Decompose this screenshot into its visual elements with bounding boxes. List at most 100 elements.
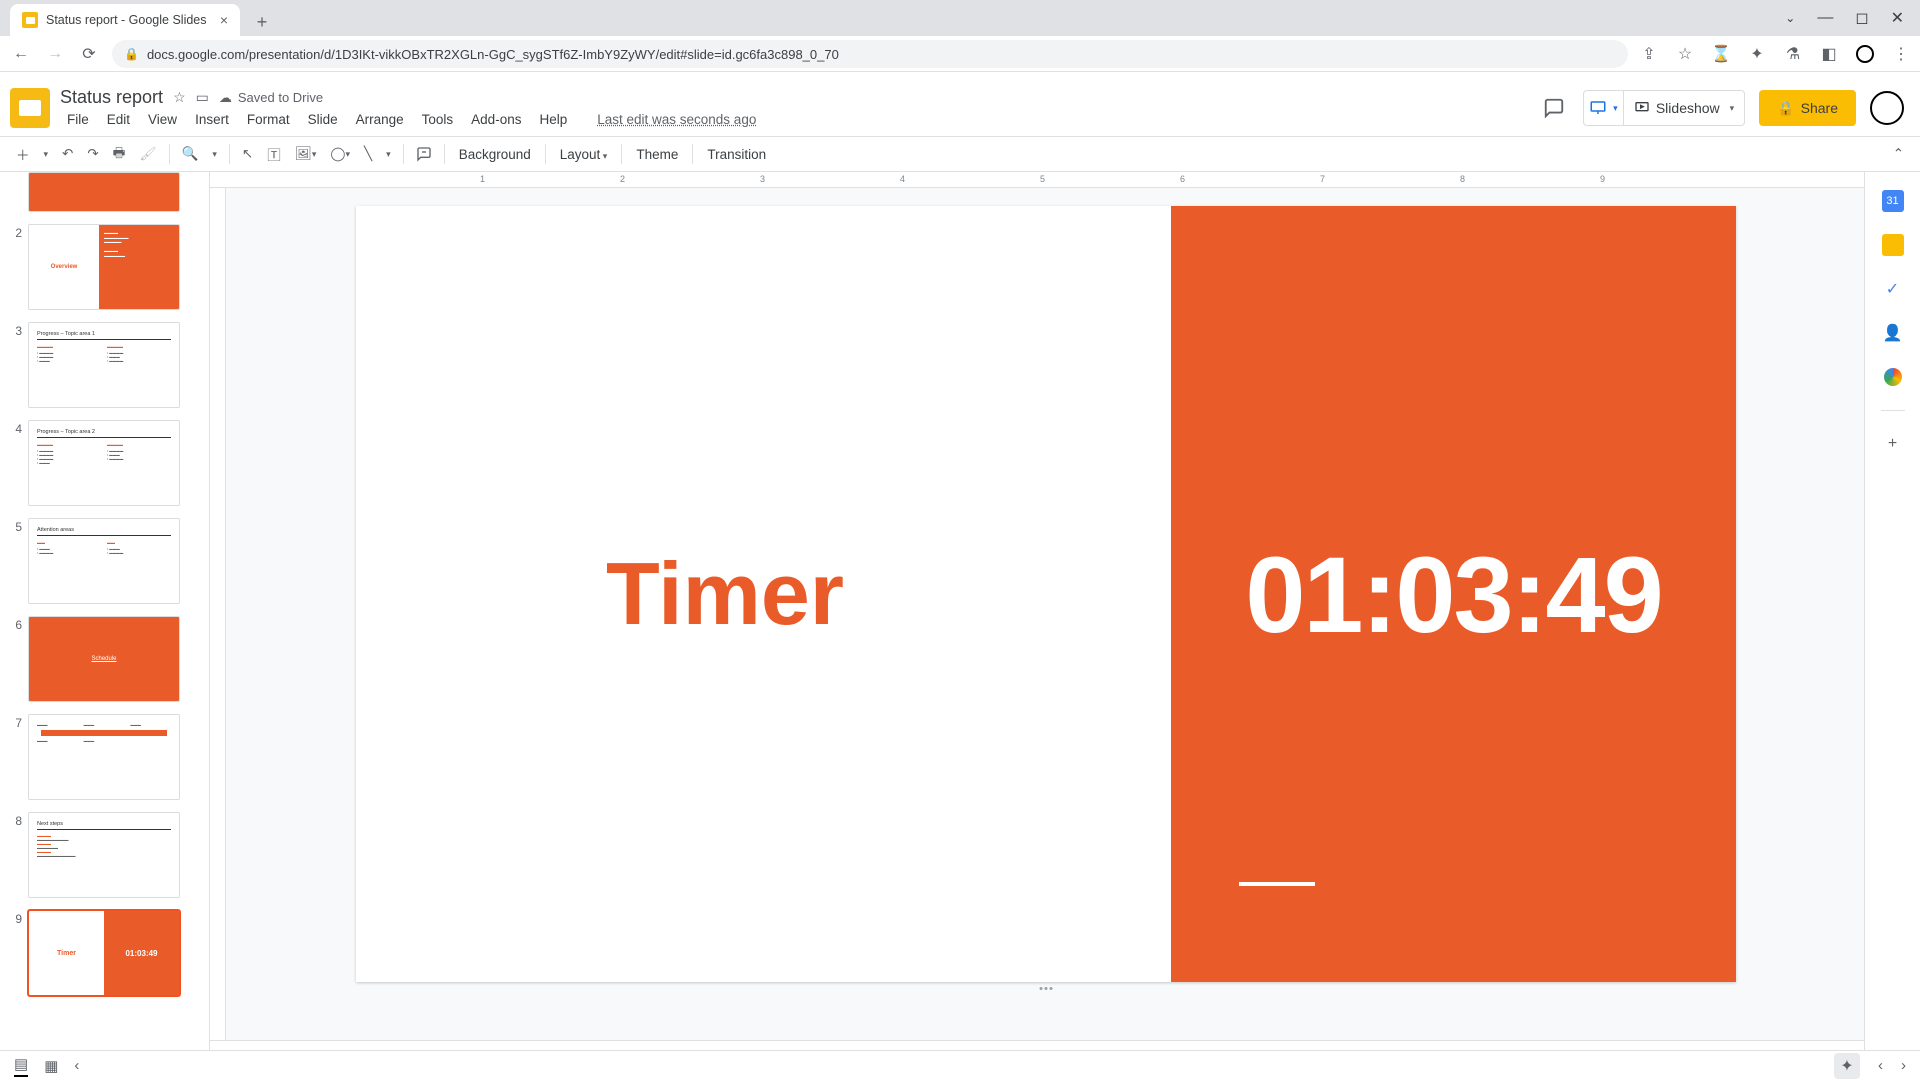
- ext-hourglass-icon[interactable]: ⌛: [1712, 44, 1730, 64]
- slide-title[interactable]: Timer: [606, 543, 844, 645]
- slide-thumbnail-4[interactable]: Progress – Topic area 2 ▬▬▬▬• ▬▬▬▬• ▬▬▬▬…: [28, 420, 180, 506]
- bookmark-star-icon[interactable]: ☆: [1676, 44, 1694, 64]
- lock-icon: 🔒: [124, 47, 139, 61]
- collapse-toolbar-icon[interactable]: ⌃: [1893, 146, 1910, 162]
- thumbnail-rail[interactable]: 2 Overview ▬▬▬▬▬▬▬▬▬▬▬▬▬▬▬▬▬▬▬▬▬▬▬▬▬▬ 3 …: [0, 172, 210, 1080]
- bottom-bar: ▤ ▦ ‹ ✦ ‹ ›: [0, 1050, 1920, 1080]
- forward-button[interactable]: →: [44, 43, 66, 65]
- tasks-icon[interactable]: ✓: [1882, 278, 1904, 300]
- slides-favicon-icon: [22, 12, 38, 28]
- transition-button[interactable]: Transition: [699, 143, 774, 166]
- paint-format-button[interactable]: 🖌: [133, 142, 162, 166]
- menu-slide[interactable]: Slide: [301, 110, 345, 129]
- vertical-ruler: [210, 188, 226, 1040]
- tab-close-icon[interactable]: ×: [220, 12, 228, 28]
- star-icon[interactable]: ☆: [173, 89, 186, 106]
- menu-bar: File Edit View Insert Format Slide Arran…: [60, 110, 763, 129]
- comments-button[interactable]: [1539, 90, 1569, 126]
- back-button[interactable]: ←: [10, 43, 32, 65]
- theme-button[interactable]: Theme: [628, 143, 686, 166]
- toolbar: ＋ ▾ ↶ ↷ 🖶 🖌 🔍 ▾ ↖ 🅃 🖼 ◯ ╲ ▾ Background L…: [0, 136, 1920, 172]
- menu-format[interactable]: Format: [240, 110, 297, 129]
- chrome-menu-icon[interactable]: ⋮: [1892, 44, 1910, 64]
- share-page-icon[interactable]: ⇪: [1640, 44, 1658, 64]
- comment-tool[interactable]: [410, 142, 438, 166]
- menu-view[interactable]: View: [141, 110, 184, 129]
- explore-button[interactable]: ✦: [1834, 1053, 1860, 1079]
- side-panel: 31 ✓ 👤 +: [1864, 172, 1920, 1080]
- image-tool[interactable]: 🖼: [289, 142, 323, 166]
- redo-button[interactable]: ↷: [81, 142, 104, 166]
- slide-thumbnail-5[interactable]: Attention areas ▬▬• ▬▬▬• ▬▬▬▬▬▬• ▬▬▬• ▬▬…: [28, 518, 180, 604]
- collapse-filmstrip-icon[interactable]: ‹: [74, 1057, 79, 1074]
- present-dropdown-button[interactable]: ▾: [1583, 90, 1623, 126]
- slide-timer-value[interactable]: 01:03:49: [1245, 532, 1661, 657]
- slideshow-button[interactable]: Slideshow ▾: [1623, 90, 1745, 126]
- thumb-number: 3: [8, 322, 22, 338]
- line-dropdown[interactable]: ▾: [380, 145, 397, 164]
- menu-insert[interactable]: Insert: [188, 110, 236, 129]
- new-tab-button[interactable]: +: [248, 8, 276, 36]
- slide-thumbnail-6[interactable]: Schedule: [28, 616, 180, 702]
- last-edit-link[interactable]: Last edit was seconds ago: [590, 110, 763, 129]
- browser-tab[interactable]: Status report - Google Slides ×: [10, 4, 240, 36]
- contacts-icon[interactable]: 👤: [1882, 322, 1904, 344]
- menu-arrange[interactable]: Arrange: [349, 110, 411, 129]
- present-group: ▾ Slideshow ▾: [1583, 90, 1745, 126]
- side-panel-icon[interactable]: ◧: [1820, 44, 1838, 64]
- line-tool[interactable]: ╲: [358, 142, 378, 166]
- textbox-tool[interactable]: 🅃: [261, 140, 287, 168]
- slide[interactable]: Timer 01:03:49: [356, 206, 1736, 982]
- slides-logo-icon[interactable]: [10, 88, 50, 128]
- add-addon-icon[interactable]: +: [1882, 433, 1904, 455]
- print-button[interactable]: 🖶: [107, 139, 132, 170]
- undo-button[interactable]: ↶: [56, 142, 79, 166]
- chevron-down-icon[interactable]: ⌄: [1785, 11, 1795, 25]
- move-folder-icon[interactable]: ▭: [196, 89, 209, 106]
- slide-thumbnail-7[interactable]: ▬▬▬▬▬▬▬▬▬ ▬▬▬▬▬▬: [28, 714, 180, 800]
- account-avatar[interactable]: [1870, 91, 1904, 125]
- reload-button[interactable]: ⟳: [78, 43, 100, 65]
- profile-avatar-icon[interactable]: [1856, 45, 1874, 63]
- slide-thumbnail-8[interactable]: Next steps ▬▬▬▬▬▬▬▬▬▬▬▬▬▬▬▬▬▬▬▬▬▬▬▬▬▬▬▬▬…: [28, 812, 180, 898]
- save-status[interactable]: ☁ Saved to Drive: [219, 90, 323, 106]
- menu-tools[interactable]: Tools: [415, 110, 461, 129]
- zoom-button[interactable]: 🔍: [176, 142, 205, 166]
- maps-icon[interactable]: [1882, 366, 1904, 388]
- share-button[interactable]: 🔒 Share: [1759, 90, 1856, 126]
- menu-help[interactable]: Help: [532, 110, 574, 129]
- menu-edit[interactable]: Edit: [100, 110, 137, 129]
- calendar-icon[interactable]: 31: [1882, 190, 1904, 212]
- prev-icon[interactable]: ‹: [1878, 1057, 1883, 1074]
- slide-thumbnail-9[interactable]: Timer 01:03:49: [28, 910, 180, 996]
- close-window-icon[interactable]: ✕: [1891, 8, 1904, 28]
- slide-thumbnail-1[interactable]: [28, 172, 180, 212]
- extensions-puzzle-icon[interactable]: ✦: [1748, 44, 1766, 64]
- layout-button[interactable]: Layout: [552, 143, 616, 166]
- zoom-dropdown[interactable]: ▾: [206, 145, 223, 164]
- menu-file[interactable]: File: [60, 110, 96, 129]
- slide-canvas[interactable]: Timer 01:03:49: [226, 188, 1864, 1040]
- ext-flask-icon[interactable]: ⚗: [1784, 44, 1802, 64]
- menu-addons[interactable]: Add-ons: [464, 110, 528, 129]
- notes-resize-handle[interactable]: [1040, 987, 1053, 990]
- minimize-icon[interactable]: —: [1817, 9, 1833, 27]
- url-field[interactable]: 🔒 docs.google.com/presentation/d/1D3IKt-…: [112, 40, 1628, 68]
- new-slide-button[interactable]: ＋: [10, 140, 36, 168]
- slide-thumbnail-2[interactable]: Overview ▬▬▬▬▬▬▬▬▬▬▬▬▬▬▬▬▬▬▬▬▬▬▬▬▬▬: [28, 224, 180, 310]
- next-icon[interactable]: ›: [1901, 1057, 1906, 1074]
- select-tool[interactable]: ↖: [236, 142, 259, 166]
- keep-icon[interactable]: [1882, 234, 1904, 256]
- filmstrip-view-icon[interactable]: ▤: [14, 1055, 28, 1077]
- grid-view-icon[interactable]: ▦: [44, 1057, 58, 1075]
- slide-thumbnail-3[interactable]: Progress – Topic area 1 ▬▬▬▬• ▬▬▬▬• ▬▬▬▬…: [28, 322, 180, 408]
- new-slide-dropdown[interactable]: ▾: [38, 145, 55, 164]
- tab-title: Status report - Google Slides: [46, 13, 207, 27]
- cloud-icon: ☁: [219, 90, 232, 106]
- maximize-icon[interactable]: ◻: [1855, 8, 1868, 28]
- doc-title[interactable]: Status report: [60, 87, 163, 108]
- thumb-number: 8: [8, 812, 22, 828]
- window-controls: ⌄ — ◻ ✕: [1785, 0, 1920, 36]
- shape-tool[interactable]: ◯: [324, 142, 356, 166]
- background-button[interactable]: Background: [451, 143, 539, 166]
